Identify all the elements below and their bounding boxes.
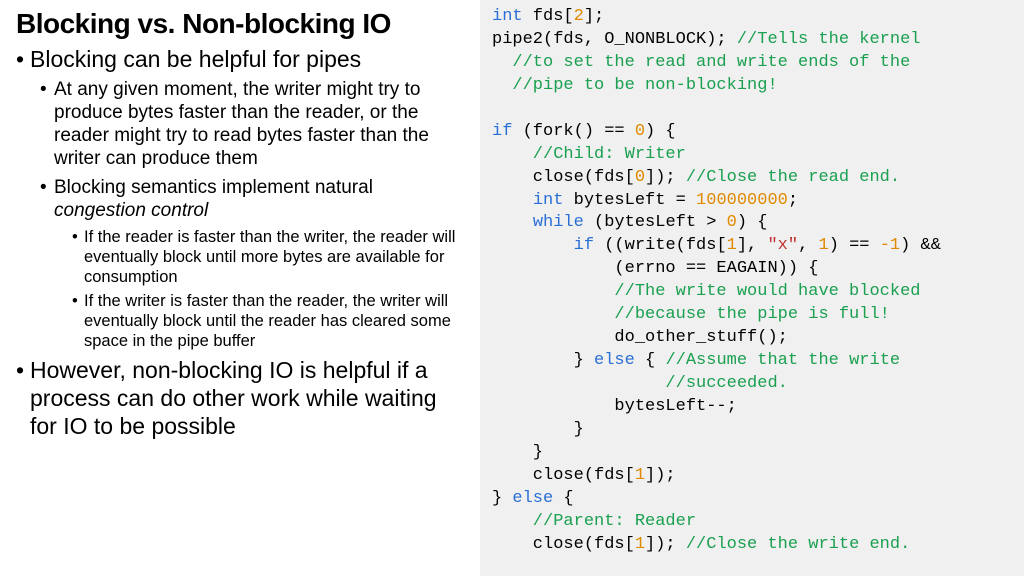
code-number: 1 bbox=[635, 535, 645, 554]
slide-title: Blocking vs. Non-blocking IO bbox=[16, 8, 468, 40]
code-text: bytesLeft--; bbox=[492, 397, 737, 416]
code-comment: //Tells the kernel bbox=[737, 30, 921, 49]
code-comment: //succeeded. bbox=[492, 374, 788, 393]
list-item: If the reader is faster than the writer,… bbox=[54, 227, 468, 287]
code-text: ]); bbox=[645, 466, 676, 485]
code-text: ) == bbox=[829, 236, 880, 255]
code-comment: //Close the write end. bbox=[686, 535, 910, 554]
code-text bbox=[492, 213, 533, 232]
code-text: } bbox=[492, 420, 584, 439]
code-text: (errno == EAGAIN)) { bbox=[492, 259, 818, 278]
code-text: { bbox=[635, 351, 666, 370]
code-comment: //Close the read end. bbox=[686, 168, 900, 187]
list-item: If the writer is faster than the reader,… bbox=[54, 291, 468, 351]
code-comment: //Parent: Reader bbox=[492, 512, 696, 531]
code-text: do_other_stuff(); bbox=[492, 328, 788, 347]
code-keyword: else bbox=[512, 489, 553, 508]
code-text: , bbox=[798, 236, 818, 255]
code-number: 1 bbox=[635, 466, 645, 485]
code-keyword: int bbox=[492, 7, 523, 26]
code-panel: int fds[2]; pipe2(fds, O_NONBLOCK); //Te… bbox=[480, 0, 1024, 576]
text-panel: Blocking vs. Non-blocking IO Blocking ca… bbox=[0, 0, 480, 576]
code-text: fds[ bbox=[523, 7, 574, 26]
code-keyword: else bbox=[594, 351, 635, 370]
code-text: ) && bbox=[900, 236, 941, 255]
code-comment: //pipe to be non-blocking! bbox=[492, 76, 778, 95]
code-text: close(fds[ bbox=[492, 466, 635, 485]
bullet-text: Blocking semantics implement natural bbox=[54, 177, 373, 198]
code-text: ]; bbox=[584, 7, 604, 26]
code-text: close(fds[ bbox=[492, 168, 635, 187]
code-keyword: while bbox=[533, 213, 584, 232]
code-comment: //The write would have blocked bbox=[492, 282, 920, 301]
code-number: 100000000 bbox=[696, 191, 788, 210]
code-number: -1 bbox=[880, 236, 900, 255]
code-number: 1 bbox=[818, 236, 828, 255]
code-keyword: if bbox=[574, 236, 594, 255]
code-number: 0 bbox=[635, 168, 645, 187]
code-text: ; bbox=[788, 191, 798, 210]
list-item: Blocking can be helpful for pipes At any… bbox=[16, 46, 468, 351]
code-text: ) { bbox=[645, 122, 676, 141]
code-number: 0 bbox=[727, 213, 737, 232]
code-text: bytesLeft = bbox=[563, 191, 696, 210]
list-item: At any given moment, the writer might tr… bbox=[30, 78, 468, 171]
code-comment: //Child: Writer bbox=[492, 145, 686, 164]
code-text: pipe2(fds, O_NONBLOCK); bbox=[492, 30, 737, 49]
bullet-text: Blocking can be helpful for pipes bbox=[30, 46, 361, 72]
code-string: "x" bbox=[767, 236, 798, 255]
code-number: 1 bbox=[727, 236, 737, 255]
code-text: ]); bbox=[645, 535, 686, 554]
code-text bbox=[492, 191, 533, 210]
code-comment: //Assume that the write bbox=[665, 351, 900, 370]
code-comment: //because the pipe is full! bbox=[492, 305, 890, 324]
code-keyword: if bbox=[492, 122, 512, 141]
code-number: 0 bbox=[635, 122, 645, 141]
bullet-list: Blocking can be helpful for pipes At any… bbox=[16, 46, 468, 440]
list-item: Blocking semantics implement natural con… bbox=[30, 176, 468, 351]
code-text: (fork() == bbox=[512, 122, 634, 141]
list-item: However, non-blocking IO is helpful if a… bbox=[16, 357, 468, 440]
code-text: } bbox=[492, 489, 512, 508]
emphasis: congestion control bbox=[54, 200, 208, 221]
code-text: close(fds[ bbox=[492, 535, 635, 554]
code-text: { bbox=[553, 489, 573, 508]
code-number: 2 bbox=[574, 7, 584, 26]
code-text bbox=[492, 236, 574, 255]
code-text: ]); bbox=[645, 168, 686, 187]
code-comment: //to set the read and write ends of the bbox=[492, 53, 910, 72]
code-text: ((write(fds[ bbox=[594, 236, 727, 255]
code-keyword: int bbox=[533, 191, 564, 210]
code-text: ], bbox=[737, 236, 768, 255]
code-text: } bbox=[492, 351, 594, 370]
code-text: (bytesLeft > bbox=[584, 213, 727, 232]
code-text: ) { bbox=[737, 213, 768, 232]
code-text: } bbox=[492, 443, 543, 462]
